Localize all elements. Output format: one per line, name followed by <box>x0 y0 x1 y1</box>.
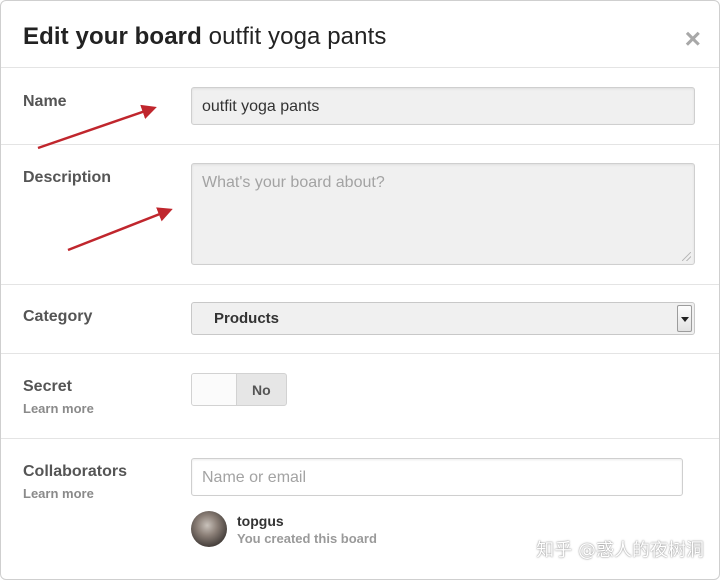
creator-name: topgus <box>237 513 284 529</box>
toggle-knob <box>192 374 237 405</box>
dialog-title: Edit your board outfit yoga pants <box>23 23 386 51</box>
dialog-title-board-name: outfit yoga pants <box>208 23 387 50</box>
close-icon[interactable]: × <box>685 25 701 53</box>
description-row: Description What's your board about? <box>1 145 719 285</box>
toggle-state-label: No <box>252 382 271 398</box>
secret-toggle[interactable]: No <box>191 373 287 406</box>
watermark: 知乎 @惑人的夜树洞 <box>536 540 704 561</box>
secret-row: Secret Learn more No <box>1 354 719 439</box>
collaborators-learn-more-link[interactable]: Learn more <box>23 486 94 501</box>
dropdown-arrow-icon[interactable] <box>677 305 692 332</box>
collaborator-input-placeholder: Name or email <box>202 469 307 486</box>
description-label: Description <box>23 169 112 186</box>
dialog-header: Edit your board outfit yoga pants × <box>1 1 719 68</box>
secret-learn-more-link[interactable]: Learn more <box>23 401 94 416</box>
category-label: Category <box>23 308 93 325</box>
collaborator-search-input[interactable]: Name or email <box>191 458 683 496</box>
edit-board-dialog: Edit your board outfit yoga pants × Name… <box>0 0 720 580</box>
resize-grip-icon[interactable] <box>682 252 691 261</box>
category-selected-value: Products <box>214 310 280 327</box>
avatar <box>191 511 227 547</box>
name-row: Name outfit yoga pants <box>1 67 719 145</box>
dialog-title-prefix: Edit your board <box>23 23 202 50</box>
secret-label: Secret <box>23 378 72 395</box>
name-input-value: outfit yoga pants <box>202 98 320 115</box>
category-row: Category Products <box>1 285 719 354</box>
creator-note: You created this board <box>237 531 377 546</box>
description-textarea[interactable]: What's your board about? <box>191 163 695 265</box>
name-input[interactable]: outfit yoga pants <box>191 87 695 125</box>
collaborators-label: Collaborators <box>23 463 128 480</box>
description-placeholder: What's your board about? <box>202 174 385 191</box>
name-label: Name <box>23 93 67 110</box>
category-select[interactable]: Products <box>191 302 695 335</box>
